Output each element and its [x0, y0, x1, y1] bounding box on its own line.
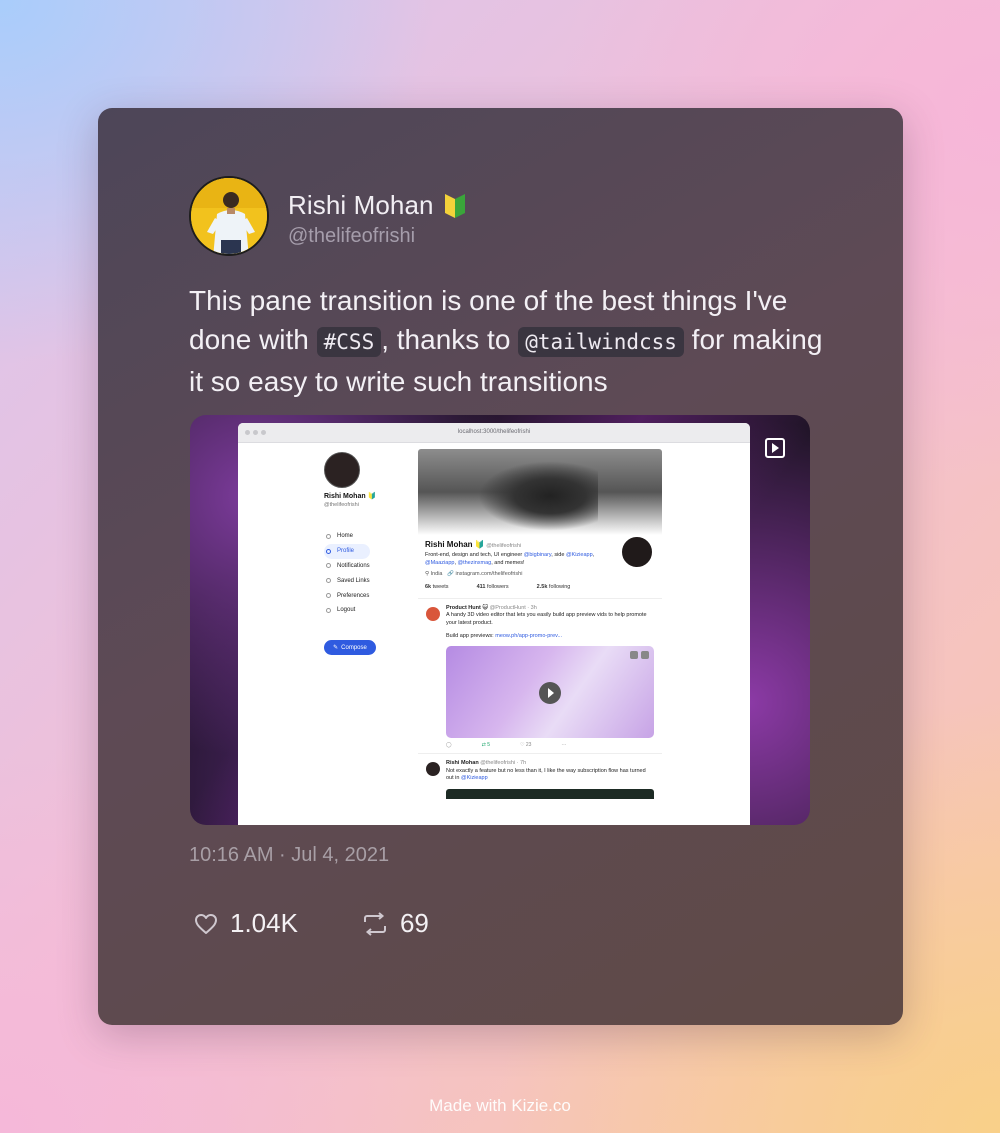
browser-toolbar: localhost:3000/thelifeofrishi	[238, 423, 750, 443]
pin-icon: ⚲	[425, 570, 430, 577]
heart-icon: ♡	[519, 741, 525, 748]
mention-chip[interactable]: @tailwindcss	[518, 327, 684, 357]
embedded-tweet-avatar	[426, 762, 440, 776]
tweet-timestamp[interactable]: 10:16 AM · Jul 4, 2021	[189, 844, 389, 867]
embedded-sidebar-name: Rishi Mohan 🔰	[324, 493, 377, 500]
tweet-stats: 1.04K 69	[194, 908, 429, 939]
embedded-tweet-actions: ◯ ⇄ 5 ♡ 23 ···	[446, 741, 567, 748]
retweet-count: 69	[399, 908, 429, 938]
beginner-badge-icon	[444, 193, 465, 218]
browser-url: localhost:3000/thelifeofrishi	[457, 429, 531, 435]
embedded-nav-home: Home	[324, 529, 370, 544]
embedded-nav-preferences: Preferences	[324, 588, 370, 603]
author-name-line: Rishi Mohan	[288, 190, 466, 221]
embedded-sidebar: Rishi Mohan 🔰 @thelifeofrishi Home Profi…	[238, 443, 413, 825]
retweet-icon	[363, 911, 386, 936]
embedded-profile-avatar	[620, 535, 654, 569]
like-stat[interactable]: 1.04K	[194, 908, 298, 939]
home-icon	[326, 533, 331, 539]
author-handle[interactable]: @thelifeofrishi	[288, 225, 415, 248]
tweet-card: Rishi Mohan @thelifeofrishi This pane tr…	[98, 108, 903, 1025]
embedded-compose-button: ✎ Compose	[324, 640, 376, 655]
reply-icon: ◯	[446, 741, 452, 748]
bell-icon	[326, 563, 331, 569]
embedded-video-preview	[446, 645, 654, 738]
bookmark-icon	[326, 578, 331, 584]
embedded-nav-saved-links: Saved Links	[324, 573, 370, 588]
retweet-stat[interactable]: 69	[362, 908, 429, 939]
tweet-text: This pane transition is one of the best …	[189, 281, 829, 401]
embedded-profile-card: Rishi Mohan 🔰 @thelifeofrishi Front-end,…	[418, 535, 662, 598]
embedded-sidebar-avatar	[324, 452, 360, 488]
gear-icon	[326, 593, 331, 599]
embedded-tweet: Rishi Mohan @thelifeofrishi · 7h Not exa…	[418, 753, 662, 803]
retweet-icon: ⇄	[481, 741, 486, 748]
embedded-tweet: Product Hunt 😺 @ProductHunt · 3h A handy…	[418, 597, 662, 754]
hashtag-chip[interactable]: #CSS	[316, 327, 382, 357]
embedded-nav-notifications: Notifications	[324, 559, 370, 574]
embedded-tweet-avatar	[426, 606, 440, 621]
embedded-sidebar-handle: @thelifeofrishi	[324, 502, 359, 508]
heart-icon	[195, 913, 217, 934]
embedded-nav-logout: Logout	[324, 603, 370, 618]
tweet-media-video[interactable]: localhost:3000/thelifeofrishi Rishi Moha…	[190, 415, 810, 825]
embedded-nav-profile: Profile	[324, 543, 370, 559]
tweet-text-part2: , thanks to	[381, 324, 519, 355]
embedded-profile-stats: 6k tweets 411 followers 2.5k following	[425, 584, 571, 590]
footer-credit[interactable]: Made with Kizie.co	[0, 1096, 1000, 1116]
author-avatar[interactable]	[189, 176, 269, 256]
user-icon	[326, 548, 331, 554]
avatar-photo	[191, 178, 267, 254]
play-icon	[539, 681, 561, 704]
embedded-profile-column: Rishi Mohan 🔰 @thelifeofrishi Front-end,…	[418, 449, 662, 803]
embedded-profile-banner	[418, 449, 662, 535]
embedded-nav: Home Profile Notifications Saved Links P…	[324, 529, 370, 618]
like-count: 1.04K	[230, 908, 298, 938]
link-icon: 🔗	[447, 570, 454, 577]
logout-icon	[326, 607, 331, 613]
video-icon[interactable]	[765, 438, 785, 458]
author-name[interactable]: Rishi Mohan	[288, 190, 434, 221]
pencil-icon: ✎	[333, 645, 339, 651]
embedded-browser-screenshot: localhost:3000/thelifeofrishi Rishi Moha…	[238, 423, 750, 825]
